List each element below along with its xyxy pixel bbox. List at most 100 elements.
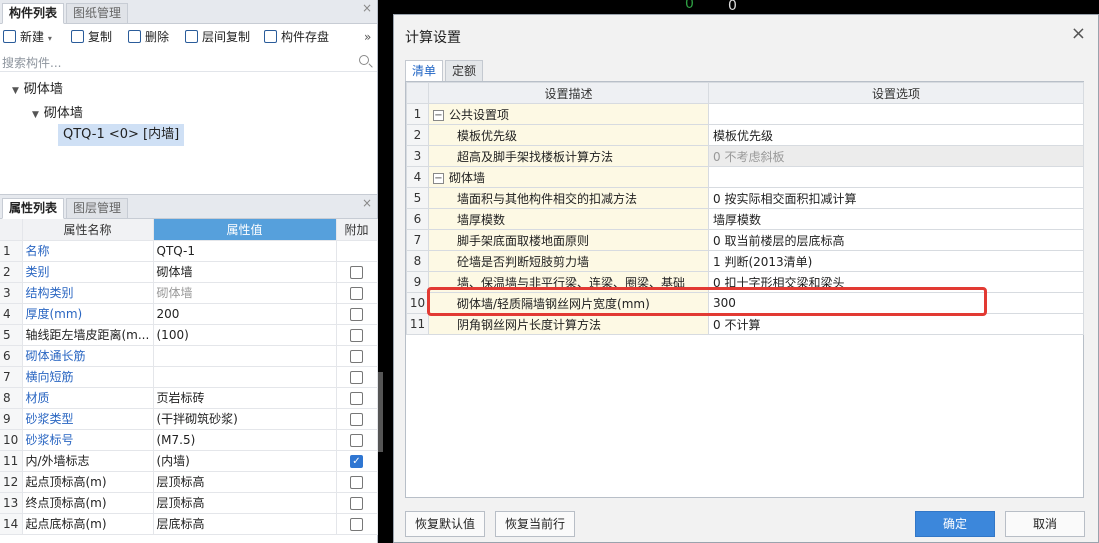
property-row[interactable]: 2 类别 砌体墙 [0,261,378,283]
delete-button[interactable]: 删除 [128,29,169,45]
highlight-box [427,287,987,316]
checkbox-checked[interactable]: ✓ [350,454,363,468]
checkbox[interactable] [350,286,363,300]
property-row[interactable]: 8 材质 页岩标砖 [0,387,378,409]
setting-desc: − 砌体墙 [428,166,709,188]
tab-bill[interactable]: 清单 [405,60,444,82]
property-row[interactable]: 7 横向短筋 [0,366,378,388]
checkbox[interactable] [350,307,363,321]
ok-button[interactable]: 确定 [915,511,995,537]
property-row[interactable]: 6 砌体通长筋 [0,345,378,367]
property-value[interactable]: 层顶标高 [153,492,337,514]
tab-quota[interactable]: 定额 [445,60,484,82]
checkbox[interactable] [350,265,363,279]
toolbar-more-button[interactable]: » [364,29,371,45]
row-index: 1 [406,103,429,125]
property-row[interactable]: 10 砂浆标号 (M7.5) [0,429,378,451]
property-row[interactable]: 14 起点底标高(m) 层底标高 [0,513,378,535]
panel-splitter[interactable] [378,372,383,452]
close-icon[interactable]: × [1071,23,1086,45]
pane-close-icon[interactable]: × [362,195,372,211]
settings-row[interactable]: 3 超高及脚手架找楼板计算方法 0 不考虑斜板 [406,145,1084,167]
new-button[interactable]: 新建 ▾ [3,29,52,45]
property-pane: 属性列表 图层管理 × 属性名称 属性值 附加 1 名称 QTQ-1 2 类别 砌体墙 3 结… [0,194,378,543]
setting-option[interactable]: 0 不考虑斜板 [708,145,1084,167]
tree-node-child[interactable]: ▼ 砌体墙 [32,102,83,121]
settings-row[interactable]: 5 墙面积与其他构件相交的扣减方法 0 按实际相交面积扣减计算 [406,187,1084,209]
tab-property-list[interactable]: 属性列表 [2,198,65,219]
property-value[interactable]: (干拌砌筑砂浆) [153,408,337,430]
extra-cell [336,240,378,262]
property-name: 材质 [22,387,154,409]
checkbox[interactable] [350,475,363,489]
settings-row[interactable]: 4− 砌体墙 [406,166,1084,188]
property-value[interactable]: 200 [153,303,337,325]
property-value[interactable]: 层顶标高 [153,471,337,493]
calc-settings-dialog: 计算设置 × 清单 定额 设置描述 设置选项 1− 公共设置项 2 模板优先级 模板优先… [393,14,1099,543]
setting-option[interactable]: 1 判断(2013清单) [708,250,1084,272]
setting-option[interactable]: 0 不计算 [708,313,1084,335]
checkbox[interactable] [350,496,363,510]
property-value[interactable]: QTQ-1 [153,240,337,262]
property-row[interactable]: 5 轴线距左墙皮距离(m... (100) [0,324,378,346]
checkbox[interactable] [350,370,363,384]
settings-row[interactable]: 7 脚手架底面取楼地面原则 0 取当前楼层的层底标高 [406,229,1084,251]
property-value[interactable] [153,345,337,367]
search-icon[interactable] [359,55,369,65]
row-index: 9 [406,271,429,293]
settings-row[interactable]: 2 模板优先级 模板优先级 [406,124,1084,146]
property-value[interactable] [153,366,337,388]
setting-option[interactable]: 0 取当前楼层的层底标高 [708,229,1084,251]
checkbox[interactable] [350,412,363,426]
setting-option[interactable] [708,103,1084,125]
cancel-button[interactable]: 取消 [1005,511,1085,537]
settings-row[interactable]: 6 墙厚模数 墙厚模数 [406,208,1084,230]
property-row[interactable]: 9 砂浆类型 (干拌砌筑砂浆) [0,408,378,430]
header-option: 设置选项 [708,82,1084,104]
collapse-icon[interactable]: − [433,172,444,184]
component-search-input[interactable]: 搜索构件... [0,50,377,72]
tab-component-list[interactable]: 构件列表 [2,3,65,24]
row-index: 2 [406,124,429,146]
settings-row[interactable]: 11 阴角钢丝网片长度计算方法 0 不计算 [406,313,1084,335]
property-value[interactable]: 砌体墙 [153,282,337,304]
checkbox[interactable] [350,391,363,405]
property-value[interactable]: (100) [153,324,337,346]
row-index: 8 [406,250,429,272]
property-value[interactable]: 砌体墙 [153,261,337,283]
property-row[interactable]: 1 名称 QTQ-1 [0,240,378,262]
property-row[interactable]: 4 厚度(mm) 200 [0,303,378,325]
tree-item-selected[interactable]: QTQ-1 <0> [内墙] [58,124,185,146]
restore-row-button[interactable]: 恢复当前行 [495,511,575,537]
settings-row[interactable]: 8 砼墙是否判断短肢剪力墙 1 判断(2013清单) [406,250,1084,272]
layer-copy-button[interactable]: 层间复制 [185,29,250,45]
setting-option[interactable]: 模板优先级 [708,124,1084,146]
restore-default-button[interactable]: 恢复默认值 [405,511,485,537]
setting-option[interactable]: 墙厚模数 [708,208,1084,230]
checkbox[interactable] [350,328,363,342]
save-component-button[interactable]: 构件存盘 [264,29,329,45]
property-row[interactable]: 3 结构类别 砌体墙 [0,282,378,304]
tab-layer-management[interactable]: 图层管理 [66,198,129,219]
row-index: 6 [406,208,429,230]
setting-option[interactable] [708,166,1084,188]
property-row[interactable]: 13 终点顶标高(m) 层顶标高 [0,492,378,514]
copy-button[interactable]: 复制 [71,29,112,45]
extra-cell [336,387,378,409]
pane-close-icon[interactable]: × [362,0,372,16]
property-value[interactable]: (内墙) [153,450,337,472]
tab-drawing-management[interactable]: 图纸管理 [66,3,129,24]
property-name: 砂浆类型 [22,408,154,430]
property-row[interactable]: 12 起点顶标高(m) 层顶标高 [0,471,378,493]
checkbox[interactable] [350,349,363,363]
setting-option[interactable]: 0 按实际相交面积扣减计算 [708,187,1084,209]
settings-row[interactable]: 1− 公共设置项 [406,103,1084,125]
property-value[interactable]: (M7.5) [153,429,337,451]
collapse-icon[interactable]: − [433,109,444,121]
property-value[interactable]: 页岩标砖 [153,387,337,409]
checkbox[interactable] [350,433,363,447]
property-row[interactable]: 11 内/外墙标志 (内墙) ✓ [0,450,378,472]
tree-node-root[interactable]: ▼ 砌体墙 [12,78,63,97]
checkbox[interactable] [350,517,363,531]
property-value[interactable]: 层底标高 [153,513,337,535]
